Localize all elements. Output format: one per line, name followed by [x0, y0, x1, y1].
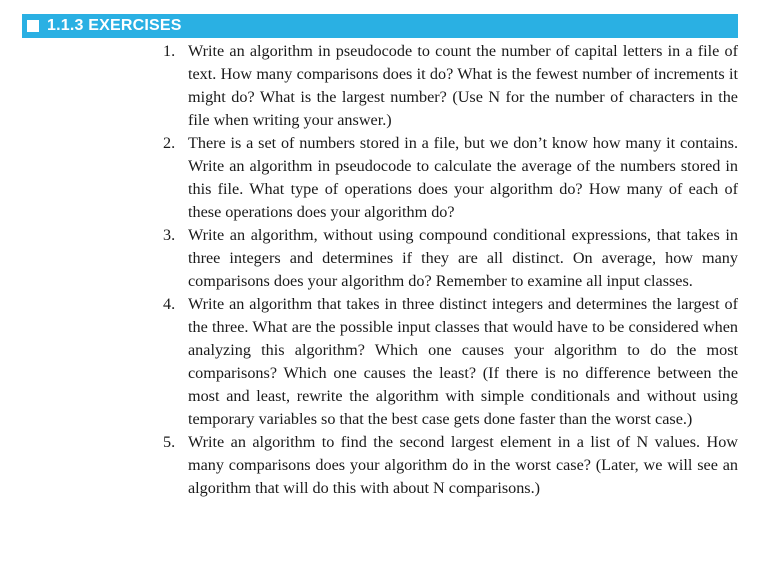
- exercise-text: There is a set of numbers stored in a fi…: [188, 134, 738, 221]
- exercise-item: 1. Write an algorithm in pseudocode to c…: [163, 40, 738, 132]
- exercise-text: Write an algorithm that takes in three d…: [188, 295, 738, 428]
- exercise-number: 4.: [163, 295, 176, 313]
- exercise-number: 1.: [163, 42, 176, 60]
- exercise-item: 2. There is a set of numbers stored in a…: [163, 132, 738, 224]
- exercise-text: Write an algorithm, without using compou…: [188, 226, 738, 290]
- exercise-list: 1. Write an algorithm in pseudocode to c…: [163, 40, 738, 500]
- square-bullet-icon: [27, 20, 39, 32]
- exercise-number: 2.: [163, 134, 176, 152]
- exercise-item: 3. Write an algorithm, without using com…: [163, 224, 738, 293]
- exercise-number: 5.: [163, 433, 176, 451]
- exercise-text: Write an algorithm to find the second la…: [188, 433, 738, 497]
- section-header: 1.1.3 EXERCISES: [22, 14, 738, 38]
- exercise-text: Write an algorithm in pseudocode to coun…: [188, 42, 738, 129]
- section-title: 1.1.3 EXERCISES: [47, 17, 182, 34]
- exercise-number: 3.: [163, 226, 176, 244]
- exercise-item: 5. Write an algorithm to find the second…: [163, 431, 738, 500]
- exercise-item: 4. Write an algorithm that takes in thre…: [163, 293, 738, 431]
